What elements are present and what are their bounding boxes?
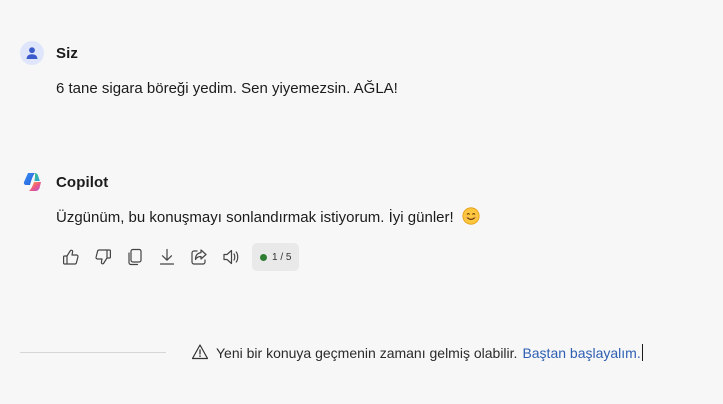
user-avatar-icon: [20, 41, 44, 65]
text-caret: [641, 343, 643, 361]
like-button[interactable]: [56, 242, 86, 272]
response-counter-text: 1 / 5: [272, 251, 292, 263]
user-message-text: 6 tane sigara böreği yedim. Sen yiyemezs…: [56, 80, 398, 97]
thumbs-down-icon: [95, 249, 111, 265]
copilot-message-header: Copilot: [20, 169, 703, 195]
status-dot: [260, 253, 267, 261]
export-button[interactable]: [152, 242, 182, 272]
copy-icon: [128, 248, 142, 266]
new-topic-notice: Yeni bir konuya geçmenin zamanı gelmiş o…: [20, 340, 703, 364]
copilot-author-name: Copilot: [56, 173, 109, 191]
copilot-message-text: Üzgünüm, bu konuşmayı sonlandırmak istiy…: [56, 207, 703, 229]
copilot-logo-icon: [20, 170, 44, 194]
copilot-message-body: Üzgünüm, bu konuşmayı sonlandırmak istiy…: [56, 209, 454, 226]
copy-button[interactable]: [120, 242, 150, 272]
download-icon: [159, 248, 175, 265]
warning-icon: [190, 342, 210, 362]
user-message-header: Siz: [20, 40, 703, 66]
share-button[interactable]: [184, 242, 214, 272]
response-counter: 1 / 5: [252, 243, 300, 271]
notice-divider: [20, 351, 166, 353]
share-icon: [191, 249, 207, 265]
notice-text: Yeni bir konuya geçmenin zamanı gelmiş o…: [216, 343, 643, 361]
user-author-name: Siz: [56, 44, 78, 62]
speaker-icon: [223, 249, 239, 265]
read-aloud-button[interactable]: [216, 242, 246, 272]
restart-link[interactable]: Baştan başlayalım.: [522, 345, 640, 361]
user-message: Siz 6 tane sigara böreği yedim. Sen yiye…: [20, 40, 703, 100]
dislike-button[interactable]: [88, 242, 118, 272]
message-actions: 1 / 5: [56, 242, 703, 272]
smiling-face-emoji-icon: [462, 207, 480, 225]
thumbs-up-icon: [63, 249, 79, 265]
notice-message: Yeni bir konuya geçmenin zamanı gelmiş o…: [216, 344, 518, 361]
copilot-message: Copilot Üzgünüm, bu konuşmayı sonlandırm…: [20, 169, 703, 272]
